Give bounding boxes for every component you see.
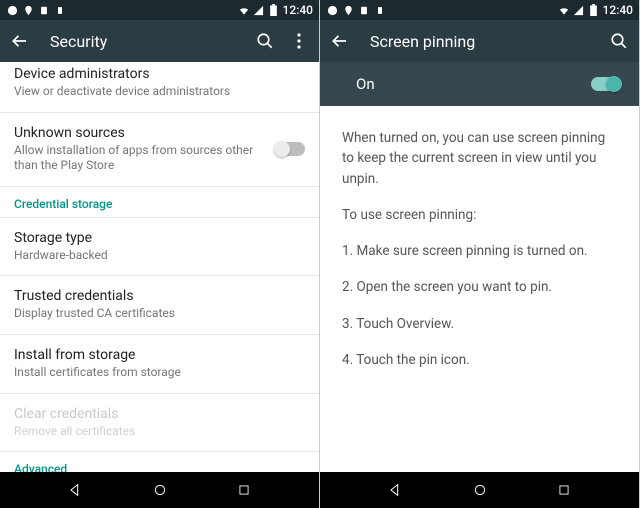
info-intro: When turned on, you can use screen pinni… — [342, 128, 617, 189]
clock: 12:40 — [283, 3, 313, 17]
nav-back-icon[interactable] — [385, 480, 405, 500]
nav-home-icon[interactable] — [150, 480, 170, 500]
item-device-admins[interactable]: Device administrators View or deactivate… — [0, 62, 319, 113]
section-advanced: Advanced — [0, 452, 319, 472]
status-right: 12:40 — [558, 3, 633, 17]
sd-icon — [374, 4, 386, 16]
page-title: Security — [50, 32, 107, 51]
sd-icon — [54, 4, 66, 16]
wifi-icon — [558, 4, 570, 16]
nav-back-icon[interactable] — [65, 480, 85, 500]
location-icon — [342, 4, 354, 16]
app-bar: Security — [0, 20, 319, 62]
item-sub: View or deactivate device administrators — [14, 84, 305, 100]
location-icon — [22, 4, 34, 16]
nav-bar — [320, 472, 639, 508]
status-bar: 12:40 — [0, 0, 319, 20]
item-unknown-sources[interactable]: Unknown sources Allow installation of ap… — [0, 113, 319, 187]
back-icon[interactable] — [10, 31, 30, 51]
item-title: Clear credentials — [14, 406, 305, 422]
item-install-from-storage[interactable]: Install from storage Install certificate… — [0, 335, 319, 394]
toggle-label: On — [356, 75, 375, 93]
sim-icon — [38, 4, 50, 16]
info-body: When turned on, you can use screen pinni… — [320, 106, 639, 472]
info-step-1: 1. Make sure screen pinning is turned on… — [342, 241, 617, 261]
item-title: Device administrators — [14, 66, 305, 82]
sim-icon — [358, 4, 370, 16]
status-right: 12:40 — [238, 3, 313, 17]
settings-list: Device administrators View or deactivate… — [0, 62, 319, 472]
notif-icon — [6, 4, 18, 16]
item-title: Trusted credentials — [14, 288, 305, 304]
status-left — [6, 4, 66, 16]
item-sub: Hardware-backed — [14, 248, 305, 264]
item-title: Unknown sources — [14, 125, 267, 141]
status-bar: 12:40 — [320, 0, 639, 20]
screen-pinning: 12:40 Screen pinning On When turned on, … — [320, 0, 640, 508]
toggle-screen-pinning[interactable] — [591, 77, 621, 91]
toggle-unknown-sources[interactable] — [275, 142, 305, 156]
status-left — [326, 4, 386, 16]
page-title: Screen pinning — [370, 32, 475, 51]
signal-icon — [253, 4, 265, 16]
toggle-bar: On — [320, 62, 639, 106]
battery-icon — [268, 4, 280, 16]
overflow-icon[interactable] — [289, 31, 309, 51]
info-howto: To use screen pinning: — [342, 205, 617, 225]
item-clear-credentials: Clear credentials Remove all certificate… — [0, 394, 319, 453]
nav-overview-icon[interactable] — [234, 480, 254, 500]
item-sub: Display trusted CA certificates — [14, 306, 305, 322]
back-icon[interactable] — [330, 31, 350, 51]
notif-icon — [326, 4, 338, 16]
item-sub: Remove all certificates — [14, 424, 305, 440]
nav-overview-icon[interactable] — [554, 480, 574, 500]
search-icon[interactable] — [255, 31, 275, 51]
search-icon[interactable] — [609, 31, 629, 51]
nav-home-icon[interactable] — [470, 480, 490, 500]
info-step-4: 4. Touch the pin icon. — [342, 350, 617, 370]
screen-security: 12:40 Security Device administrators Vie… — [0, 0, 320, 508]
info-step-2: 2. Open the screen you want to pin. — [342, 277, 617, 297]
battery-icon — [588, 4, 600, 16]
signal-icon — [573, 4, 585, 16]
app-bar: Screen pinning — [320, 20, 639, 62]
item-title: Storage type — [14, 230, 305, 246]
item-title: Install from storage — [14, 347, 305, 363]
item-storage-type[interactable]: Storage type Hardware-backed — [0, 218, 319, 277]
item-sub: Install certificates from storage — [14, 365, 305, 381]
nav-bar — [0, 472, 319, 508]
info-step-3: 3. Touch Overview. — [342, 314, 617, 334]
item-trusted-credentials[interactable]: Trusted credentials Display trusted CA c… — [0, 276, 319, 335]
wifi-icon — [238, 4, 250, 16]
clock: 12:40 — [603, 3, 633, 17]
item-sub: Allow installation of apps from sources … — [14, 143, 267, 174]
section-credential-storage: Credential storage — [0, 187, 319, 218]
